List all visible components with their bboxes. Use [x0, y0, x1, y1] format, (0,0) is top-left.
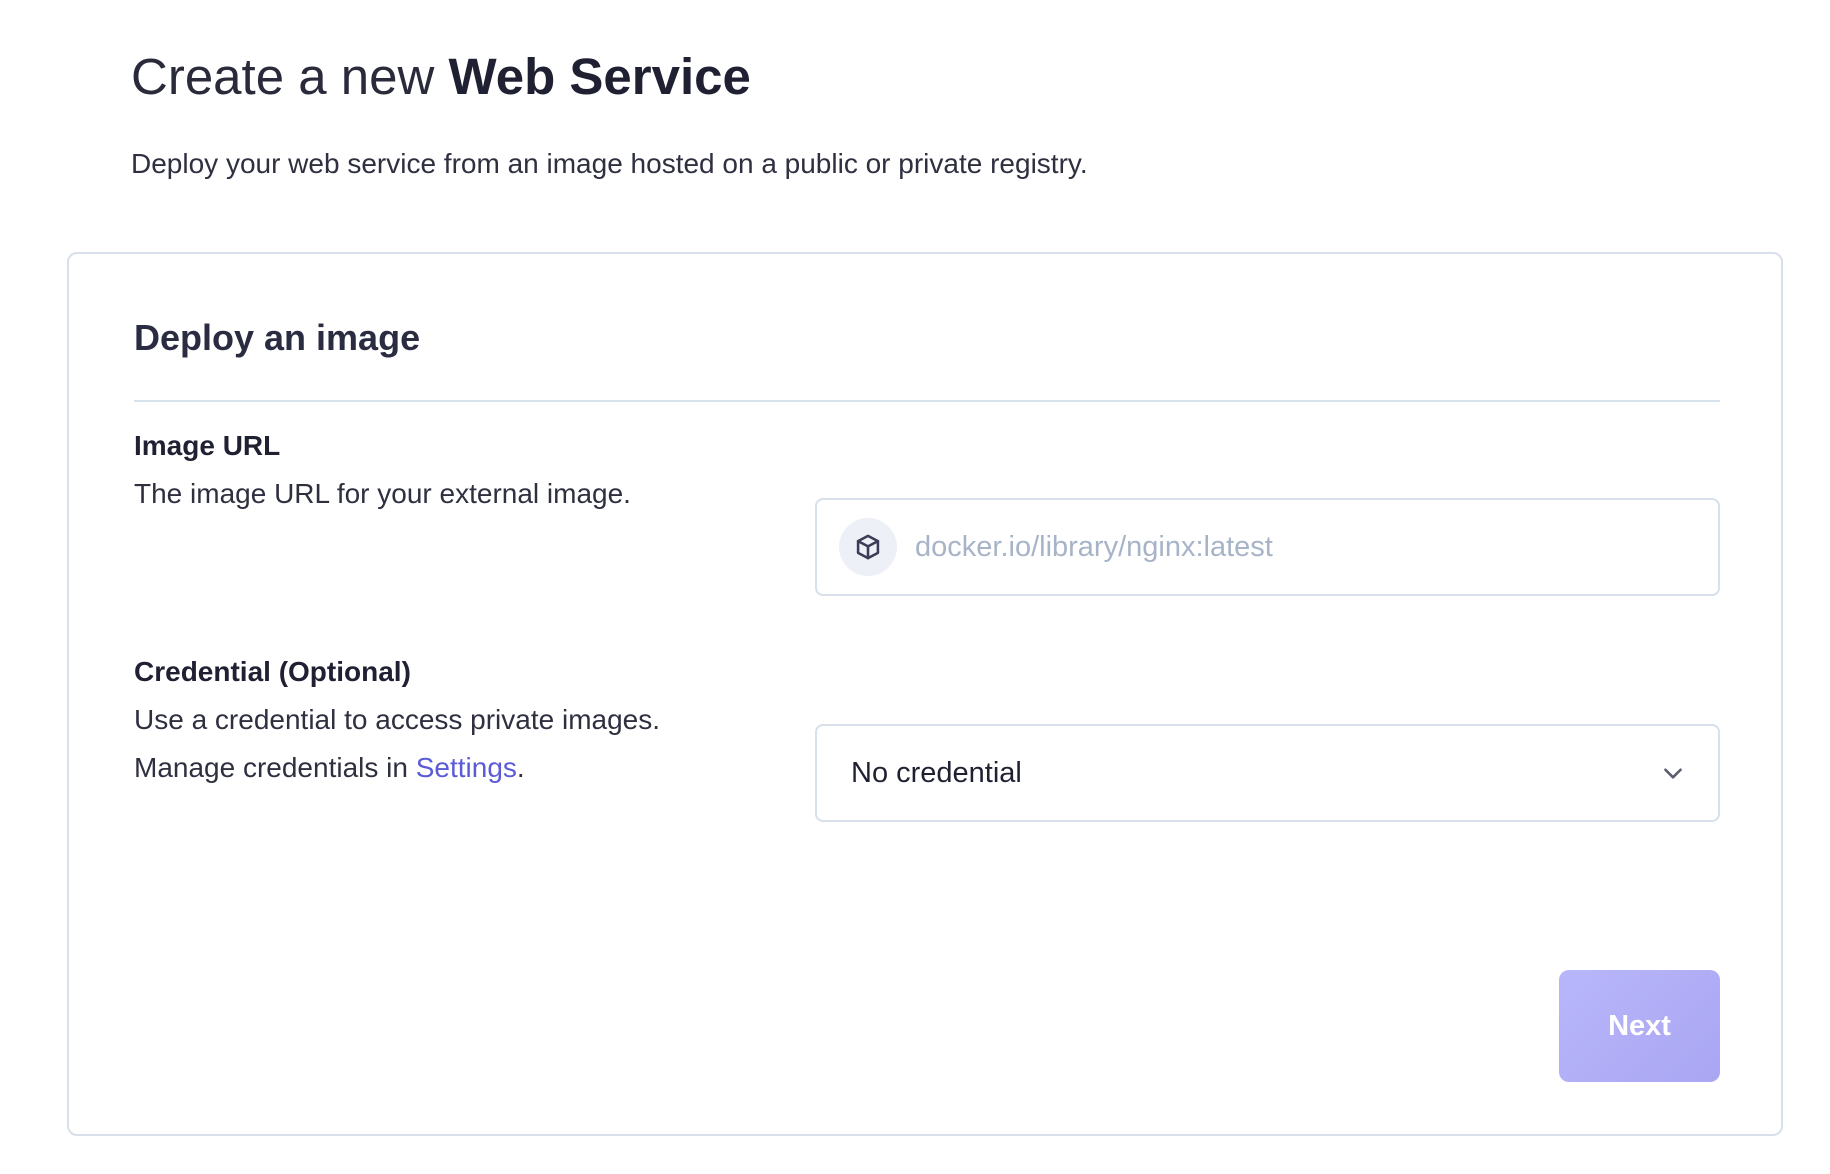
credential-select[interactable]: No credential: [815, 724, 1720, 822]
image-url-label: Image URL: [134, 430, 281, 461]
card-divider: [134, 400, 1720, 402]
chevron-down-icon: [1660, 760, 1686, 786]
package-icon: [839, 518, 897, 576]
image-url-input[interactable]: [915, 517, 1695, 577]
page-title-strong: Web Service: [448, 48, 751, 105]
deploy-image-card: Deploy an image Image URL The image URL …: [67, 252, 1783, 1136]
next-button[interactable]: Next: [1559, 970, 1720, 1082]
manage-credentials-suffix: .: [516, 752, 525, 783]
credential-help: Use a credential to access private image…: [134, 704, 661, 735]
manage-credentials-text: Manage credentials in Settings.: [134, 751, 525, 785]
page-title: Create a new Web Service: [131, 46, 751, 108]
page: Create a new Web Service Deploy your web…: [0, 0, 1830, 1174]
credential-select-value: No credential: [851, 756, 1022, 789]
credential-label: Credential (Optional): [134, 656, 411, 687]
settings-link[interactable]: Settings: [416, 752, 517, 783]
page-title-prefix: Create a new: [131, 48, 449, 105]
page-subtitle: Deploy your web service from an image ho…: [131, 148, 1088, 179]
card-title: Deploy an image: [134, 317, 421, 358]
manage-credentials-prefix: Manage credentials in: [134, 752, 416, 783]
image-url-help: The image URL for your external image.: [134, 478, 631, 509]
image-url-field[interactable]: [815, 498, 1720, 596]
